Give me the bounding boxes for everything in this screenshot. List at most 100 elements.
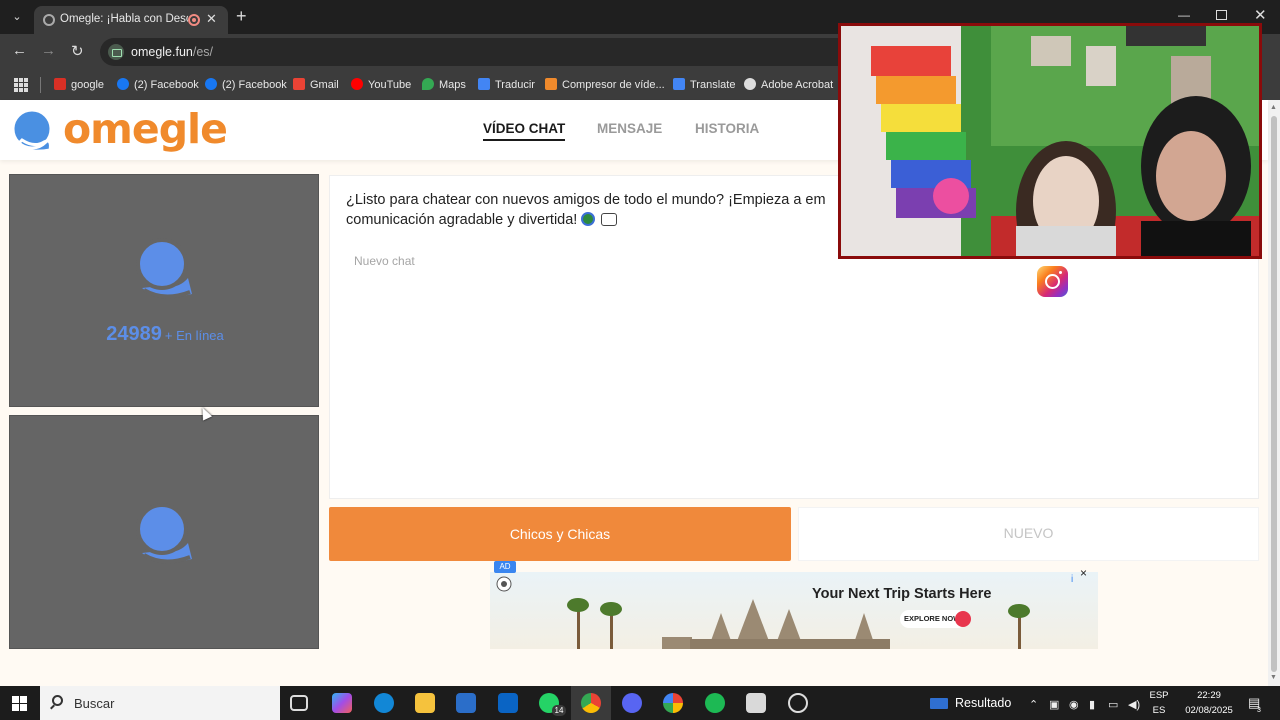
google-icon <box>54 78 66 90</box>
maximize-icon[interactable] <box>1216 10 1227 20</box>
tab-favicon-icon <box>43 14 55 26</box>
app-window-icon[interactable] <box>746 693 766 713</box>
minimize-icon[interactable]: — <box>1178 8 1190 22</box>
back-arrow-icon[interactable]: ← <box>12 42 27 59</box>
logo-wordmark[interactable]: omegle <box>63 105 228 153</box>
ad-palm-tree <box>1018 614 1021 649</box>
photos-icon[interactable] <box>663 693 683 713</box>
windows-start-icon[interactable] <box>12 696 27 711</box>
bookmark-item[interactable]: Traducir <box>478 77 535 93</box>
ad-palm-tree <box>577 608 580 649</box>
discord-icon[interactable] <box>622 693 642 713</box>
ad-arrow-icon[interactable] <box>955 611 971 627</box>
copilot-icon[interactable] <box>332 693 352 713</box>
ad-palm-leaves <box>600 602 622 616</box>
ad-close-icon[interactable]: × <box>1080 566 1087 580</box>
edge-icon[interactable] <box>374 693 394 713</box>
online-counter: 24989 + En línea <box>10 323 320 346</box>
bookmark-item[interactable]: (2) Facebook <box>117 77 199 93</box>
url-host: omegle.fun <box>131 45 193 59</box>
nav-history[interactable]: HISTORIA <box>695 121 759 136</box>
tab-close-icon[interactable]: ✕ <box>206 11 217 27</box>
reload-icon[interactable]: ↻ <box>71 42 84 60</box>
bookmark-label: Traducir <box>495 79 535 91</box>
bookmark-item[interactable]: Translate <box>673 77 735 93</box>
input-language-top[interactable]: ESP <box>1146 690 1172 701</box>
search-label: Buscar <box>74 696 115 711</box>
nav-video-chat[interactable]: VÍDEO CHAT <box>483 121 566 141</box>
omegle-logo-icon[interactable] <box>8 104 60 156</box>
ad-palm-tree <box>610 612 613 649</box>
task-view-icon[interactable] <box>290 695 308 711</box>
ad-temple-base <box>690 639 890 649</box>
scroll-down-icon[interactable]: ▼ <box>1270 674 1277 681</box>
gmail-icon <box>293 78 305 90</box>
show-hidden-icons-icon[interactable]: ⌃ <box>1029 698 1038 711</box>
ad-headline: Your Next Trip Starts Here <box>812 586 992 602</box>
bookmark-label: google <box>71 79 105 91</box>
browser-tab[interactable]: Omegle: ¡Habla con Descon ✕ <box>34 6 228 34</box>
new-chat-hint: Nuevo chat <box>354 254 415 268</box>
gender-select-button[interactable]: Chicos y Chicas <box>329 507 791 561</box>
taskbar-search[interactable]: Buscar <box>40 686 280 720</box>
bookmark-label: Adobe Acrobat <box>761 79 834 91</box>
ad-badge: AD <box>494 561 516 573</box>
microphone-icon[interactable]: ▮ <box>1089 698 1095 711</box>
facebook-icon <box>117 78 129 90</box>
ad-ruins-image <box>662 637 692 649</box>
bookmark-item[interactable]: (2) Facebook <box>205 77 287 93</box>
new-tab-icon[interactable]: + <box>236 6 247 27</box>
forward-arrow-icon[interactable]: → <box>41 42 56 59</box>
window-close-icon[interactable]: ✕ <box>1254 6 1267 24</box>
tray-app-icon[interactable]: ◉ <box>1069 698 1079 711</box>
facebook-icon <box>205 78 217 90</box>
bookmark-label: Compresor de víde... <box>562 79 665 91</box>
ad-info-icon[interactable]: i <box>1071 574 1073 585</box>
instagram-icon[interactable] <box>1037 266 1068 297</box>
whatsapp-badge: 14 <box>552 705 566 716</box>
bookmark-item[interactable]: Gmail <box>293 77 339 93</box>
bookmark-label: Gmail <box>310 79 339 91</box>
spotify-icon[interactable] <box>705 693 725 713</box>
input-language-bottom[interactable]: ES <box>1146 705 1172 716</box>
bookmark-item[interactable]: google <box>54 77 104 93</box>
globe-icon <box>744 78 756 90</box>
new-chat-button[interactable]: NUEVO <box>798 507 1259 561</box>
page-scrollbar[interactable]: ▲ ▼ <box>1268 100 1280 686</box>
bookmark-label: Maps <box>439 79 466 91</box>
network-icon[interactable]: ▭ <box>1108 698 1118 711</box>
bookmark-item[interactable]: Adobe Acrobat <box>744 77 833 93</box>
recording-indicator-icon <box>188 14 200 26</box>
omegle-logo-icon <box>136 503 192 564</box>
outlook-icon[interactable] <box>498 693 518 713</box>
windows-taskbar: Buscar 14 Resultado ⌃ ▣ ◉ ▮ ▭ ◀) ESP ES … <box>0 686 1280 720</box>
site-info-icon[interactable] <box>108 44 124 60</box>
news-flag-icon[interactable] <box>930 698 948 709</box>
ad-banner[interactable]: Your Next Trip Starts Here EXPLORE NOW! <box>490 572 1098 649</box>
clock-time[interactable]: 22:29 <box>1176 690 1242 701</box>
tab-search-icon[interactable]: ⌄ <box>6 7 28 27</box>
chat-intro-line2: comunicación agradable y divertida! <box>346 212 578 228</box>
weather-widget-label[interactable]: Resultado <box>955 696 1011 710</box>
scroll-thumb[interactable] <box>1271 116 1277 672</box>
store-icon[interactable] <box>456 693 476 713</box>
recorder-icon[interactable] <box>788 693 808 713</box>
online-count-label: + En línea <box>164 328 224 343</box>
bookmark-item[interactable]: YouTube <box>351 77 411 93</box>
bookmark-item[interactable]: Compresor de víde... <box>545 77 665 93</box>
volume-icon[interactable]: ◀) <box>1128 698 1140 711</box>
bookmark-label: Translate <box>690 79 736 91</box>
file-explorer-icon[interactable] <box>415 693 435 713</box>
chrome-icon[interactable] <box>581 693 601 713</box>
omegle-logo-icon <box>136 238 192 299</box>
speech-bubble-icon <box>601 213 618 226</box>
bookmark-item[interactable]: Maps <box>422 77 466 93</box>
address-bar[interactable]: omegle.fun/es/ <box>100 38 860 66</box>
ad-palm-leaves <box>1008 604 1030 618</box>
clock-date[interactable]: 02/08/2025 <box>1176 705 1242 716</box>
tray-app-icon[interactable]: ▣ <box>1049 698 1059 711</box>
screen: ⌄ Omegle: ¡Habla con Descon ✕ + — ✕ ← → … <box>0 0 1280 720</box>
apps-grid-icon[interactable] <box>14 78 28 92</box>
scroll-up-icon[interactable]: ▲ <box>1270 104 1277 111</box>
nav-message[interactable]: MENSAJE <box>597 121 662 136</box>
